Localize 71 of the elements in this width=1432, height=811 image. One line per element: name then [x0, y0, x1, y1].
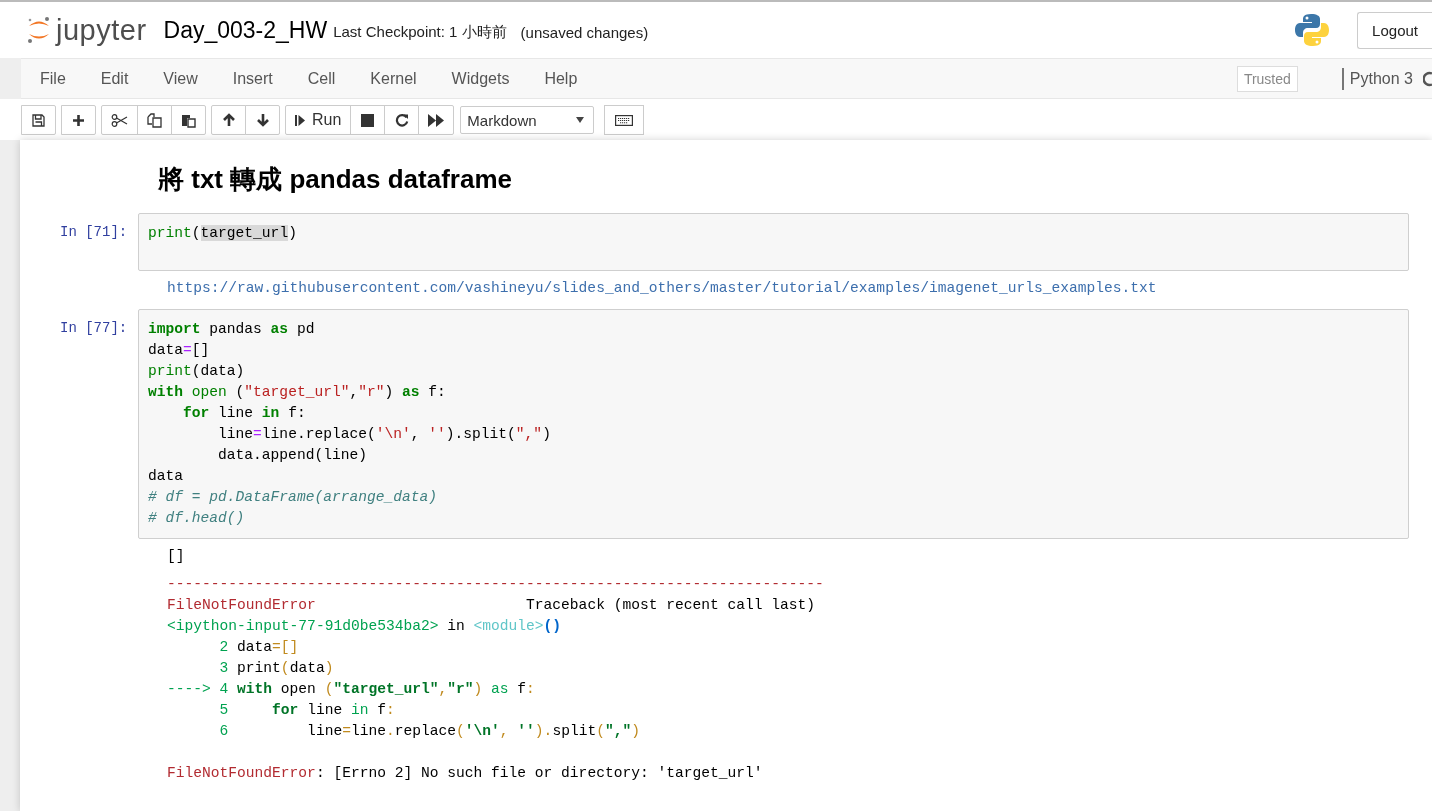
step-icon [295, 113, 306, 127]
menu-item[interactable]: Insert [218, 59, 287, 98]
code-line: data.append(line) [217, 446, 368, 465]
code-line: with open ("target_url","r") as f: [148, 383, 447, 402]
code-line: data [148, 467, 185, 486]
kernel-status-icon [1423, 70, 1432, 87]
paste-button[interactable] [171, 105, 206, 135]
menu-item[interactable]: View [149, 59, 212, 98]
code-line: import pandas as pd [148, 320, 316, 339]
input-prompt: In [77]: [60, 319, 129, 336]
cut-button[interactable] [101, 105, 138, 135]
code-line: # df.head() [148, 509, 246, 528]
paste-icon [181, 112, 196, 128]
fast-forward-icon [428, 113, 445, 127]
menu-item[interactable]: Help [530, 59, 592, 98]
keyboard-icon [615, 114, 634, 126]
menu-item[interactable]: Kernel [356, 59, 431, 98]
traceback-line: 3 print(data) [218, 659, 335, 678]
code-line: for line in f: [182, 404, 307, 423]
traceback-line: 6 line=line.replace('\n', '').split(",") [218, 722, 641, 741]
cell-type-dropdown[interactable]: Markdown [460, 106, 595, 134]
code-line: # df = pd.DataFrame(arrange_data) [148, 488, 438, 507]
kernel-logo-icon [1294, 12, 1331, 48]
menu-item[interactable]: File [26, 59, 80, 98]
traceback-line: <ipython-input-77-91d0be534ba2> in <module>() [167, 617, 563, 636]
logo-icon [26, 15, 52, 45]
down-arrow-icon [255, 113, 270, 127]
save-icon [32, 113, 45, 127]
traceback-line: FileNotFoundError Traceback (most recent call last) [167, 596, 817, 615]
logout-button[interactable]: Logout [1357, 11, 1432, 49]
logo-text: jupyter [56, 13, 147, 47]
save-status: (unsaved changes) [520, 23, 649, 41]
code-input-area[interactable]: print(target_url) [138, 213, 1409, 271]
trusted-indicator[interactable]: Trusted [1236, 65, 1298, 92]
kernel-name: Python 3 [1341, 67, 1413, 90]
output-line: https://raw.githubusercontent.com/vashineyu/slides_and_others/master/tutorial/examples/imagenet_urls_examples.txt [167, 279, 1158, 298]
traceback-line: --------------------------------------------------------------------------- [167, 575, 825, 594]
run-button[interactable]: Run [285, 105, 352, 135]
input-prompt: In [71]: [60, 223, 129, 240]
output-line: [] [167, 547, 186, 566]
traceback-line: 2 data=[] [218, 638, 300, 657]
traceback-line: ----> 4 with open ("target_url","r") as f: [167, 680, 536, 699]
move-up-button[interactable] [211, 105, 246, 135]
restart-button[interactable] [384, 105, 420, 135]
caret-icon [576, 117, 585, 123]
keyboard-button[interactable] [604, 105, 645, 135]
notebook-name[interactable]: Day_003-2_HW [163, 16, 328, 44]
code-line: print(data) [148, 362, 246, 381]
menu-item[interactable]: Edit [86, 59, 143, 98]
code-line: line=line.replace('\n', '').split(",") [217, 425, 552, 444]
up-arrow-icon [221, 113, 236, 127]
error-message: FileNotFoundError: [Errno 2] No such file or directory: 'target_url' [167, 764, 764, 783]
menu-item[interactable]: Cell [293, 59, 350, 98]
save-button[interactable] [21, 105, 56, 135]
move-down-button[interactable] [245, 105, 280, 135]
traceback-line: 5 for line in f: [218, 701, 396, 720]
code-line: data=[] [148, 341, 211, 360]
code-line: print(target_url) [148, 224, 298, 243]
copy-button[interactable] [137, 105, 172, 135]
menu-item[interactable]: Widgets [437, 59, 524, 98]
scissors-icon [111, 113, 128, 127]
stop-button[interactable] [350, 105, 386, 135]
stop-icon [361, 113, 375, 127]
insert-cell-button[interactable] [61, 105, 96, 135]
restart-icon [394, 113, 409, 127]
code-input-area[interactable]: import pandas as pd data=[] print(data) with open ("target_url","r") as f: for line in f: line=line.replace('\n', '').split(",") data.append(line) data # df = pd.DataFrame(arrange_data) # df.head() [138, 309, 1409, 539]
plus-icon [72, 113, 85, 127]
checkpoint-status: Last Checkpoint: 1 小時前 [333, 22, 507, 42]
copy-icon [147, 112, 162, 128]
run-all-button[interactable] [418, 105, 455, 135]
markdown-heading: 將 txt 轉成 pandas dataframe [158, 163, 513, 196]
